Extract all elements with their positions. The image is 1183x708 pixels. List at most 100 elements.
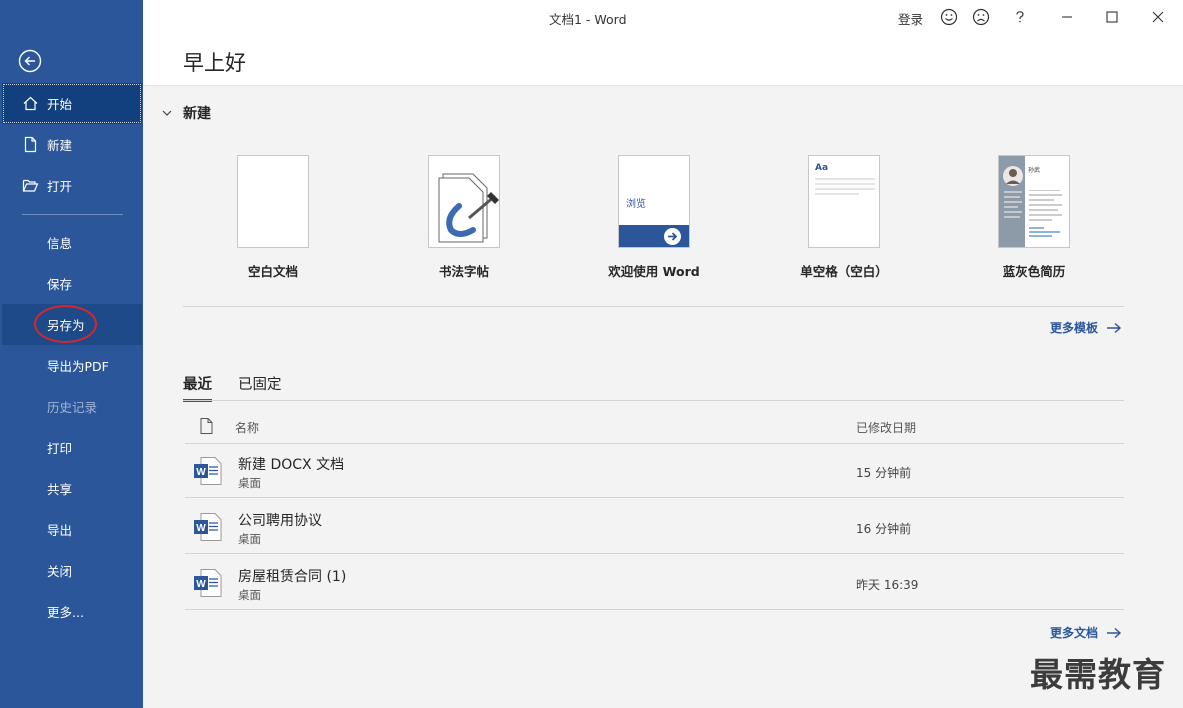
recent-tabs: 最近 已固定	[183, 373, 308, 402]
new-doc-icon	[24, 136, 37, 153]
home-icon	[23, 96, 38, 111]
template-caption: 蓝灰色简历	[1002, 264, 1066, 279]
template-caption: 欢迎使用 Word	[608, 264, 700, 279]
svg-text:W: W	[196, 579, 206, 590]
sidebar-item-label: 导出	[47, 523, 73, 538]
template-caption: 单空格（空白）	[800, 264, 888, 279]
sidebar-item-print[interactable]: 打印	[2, 427, 142, 468]
template-welcome-word[interactable]: 浏览 欢迎使用 Word	[574, 155, 734, 280]
arrow-right-icon	[1107, 627, 1122, 638]
sidebar-item-label: 共享	[47, 482, 73, 497]
more-documents-label: 更多文档	[1050, 626, 1099, 640]
column-header-modified[interactable]: 已修改日期	[856, 419, 916, 436]
sidebar-item-label: 更多...	[47, 605, 84, 620]
template-thumbnail	[237, 155, 309, 248]
arrow-right-circle-icon	[664, 228, 681, 245]
arrow-right-icon	[1107, 322, 1122, 333]
word-doc-icon: W	[194, 457, 222, 485]
file-modified-date: 昨天 16:39	[856, 578, 919, 592]
text-lines-icon	[815, 178, 875, 195]
tab-pinned[interactable]: 已固定	[238, 373, 282, 402]
row-divider	[185, 497, 1124, 498]
sidebar-item-save[interactable]: 保存	[2, 263, 142, 304]
sidebar-item-history[interactable]: 历史记录	[2, 386, 142, 427]
sidebar-item-new[interactable]: 新建	[2, 124, 142, 165]
sidebar-item-label: 历史记录	[47, 400, 98, 415]
more-documents-link[interactable]: 更多文档	[1050, 624, 1122, 641]
row-divider	[185, 609, 1124, 610]
backstage-sidebar: 开始 新建 打开 信息 保存 另存为 导出为PDF 历史记录 打印 共享 导出 …	[0, 0, 143, 708]
sidebar-item-info[interactable]: 信息	[2, 222, 142, 263]
template-thumbnail: 孙武	[998, 155, 1070, 248]
sidebar-item-export[interactable]: 导出	[2, 509, 142, 550]
file-type-icon	[200, 418, 213, 434]
word-doc-icon: W	[194, 569, 222, 597]
file-modified-date: 16 分钟前	[856, 522, 912, 536]
sidebar-item-share[interactable]: 共享	[2, 468, 142, 509]
more-templates-label: 更多模板	[1050, 321, 1099, 335]
title-bar: 文档1 - Word 登录	[143, 0, 1183, 34]
template-thumb-text: 浏览	[626, 199, 646, 210]
sidebar-item-label: 打开	[47, 179, 73, 194]
sidebar-item-label: 新建	[47, 138, 73, 153]
chevron-down-icon	[162, 110, 172, 116]
template-thumbnail: 浏览	[618, 155, 690, 248]
more-templates-link[interactable]: 更多模板	[1050, 319, 1122, 336]
sidebar-item-label: 导出为PDF	[47, 359, 109, 374]
file-modified-date: 15 分钟前	[856, 466, 912, 480]
file-name: 新建 DOCX 文档	[238, 457, 345, 473]
tab-recent[interactable]: 最近	[183, 373, 212, 402]
folder-open-icon	[22, 179, 39, 192]
sidebar-item-open[interactable]: 打开	[2, 165, 142, 206]
close-icon[interactable]	[1149, 8, 1167, 26]
resume-content-lines	[1004, 190, 1062, 237]
sidebar-item-more[interactable]: 更多...	[2, 591, 142, 632]
window-title: 文档1 - Word	[549, 12, 627, 27]
page-title: 早上好	[183, 51, 246, 75]
svg-text:W: W	[196, 523, 206, 534]
word-doc-icon: W	[194, 513, 222, 541]
back-arrow-icon[interactable]	[18, 49, 42, 73]
tabs-divider	[183, 400, 1124, 401]
row-divider	[185, 553, 1124, 554]
sidebar-item-label: 打印	[47, 441, 73, 456]
sidebar-item-export-pdf[interactable]: 导出为PDF	[2, 345, 142, 386]
template-blank[interactable]: 空白文档	[193, 155, 353, 280]
frown-feedback-icon[interactable]	[972, 8, 990, 26]
red-circle-annotation	[34, 305, 97, 343]
recent-file-row[interactable]: W 房屋租赁合同 (1) 桌面 昨天 16:39	[185, 556, 1124, 611]
sidebar-item-label: 关闭	[47, 564, 73, 579]
watermark-text: 最需教育	[1030, 655, 1166, 694]
minimize-icon[interactable]	[1058, 8, 1076, 26]
login-link[interactable]: 登录	[898, 9, 923, 28]
template-blue-grey-resume[interactable]: 孙武 蓝灰色简历	[954, 155, 1114, 280]
sidebar-item-home[interactable]: 开始	[2, 83, 142, 124]
new-section-toggle[interactable]: 新建	[161, 103, 211, 123]
recent-file-row[interactable]: W 公司聘用协议 桌面 16 分钟前	[185, 500, 1124, 555]
file-name: 房屋租赁合同 (1)	[238, 569, 347, 585]
file-location: 桌面	[238, 476, 261, 490]
template-caption: 空白文档	[247, 264, 298, 279]
template-single-spaced[interactable]: Aa 单空格（空白）	[764, 155, 924, 280]
resume-photo-icon	[1003, 166, 1023, 186]
section-divider	[183, 306, 1124, 307]
template-thumbnail: Aa	[808, 155, 880, 248]
sidebar-item-label: 信息	[47, 236, 73, 251]
sidebar-item-label: 保存	[47, 277, 73, 292]
sidebar-item-label: 开始	[47, 97, 73, 112]
maximize-icon[interactable]	[1103, 8, 1121, 26]
smiley-feedback-icon[interactable]	[940, 8, 958, 26]
template-thumb-text: Aa	[815, 163, 829, 173]
svg-text:W: W	[196, 467, 206, 478]
calligraphy-icon	[438, 173, 499, 243]
recent-file-row[interactable]: W 新建 DOCX 文档 桌面 15 分钟前	[185, 444, 1124, 499]
template-thumbnail	[428, 155, 500, 248]
help-icon[interactable]	[1011, 8, 1029, 26]
sidebar-item-close[interactable]: 关闭	[2, 550, 142, 591]
section-title: 新建	[183, 106, 211, 122]
template-calligraphy[interactable]: 书法字帖	[384, 155, 544, 280]
template-thumb-text: 孙武	[1028, 167, 1041, 174]
template-caption: 书法字帖	[438, 264, 489, 279]
file-name: 公司聘用协议	[238, 513, 322, 529]
column-header-name[interactable]: 名称	[235, 419, 259, 436]
